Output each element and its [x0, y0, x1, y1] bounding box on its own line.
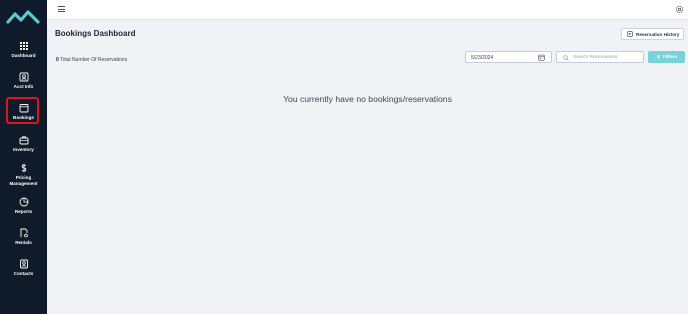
- sidebar-item-label: Dashboard: [11, 53, 36, 58]
- grid-icon: [19, 42, 28, 50]
- sidebar-item-pricing-management[interactable]: Pricing Management: [0, 163, 47, 186]
- rental-icon: [20, 228, 28, 238]
- briefcase-icon: [19, 136, 28, 145]
- reservation-history-label: Reservation History: [636, 31, 680, 37]
- search-field[interactable]: [556, 51, 644, 63]
- empty-state-message: You currently have no bookings/reservati…: [283, 94, 452, 104]
- filters-button[interactable]: Filters: [648, 51, 685, 63]
- sidebar-item-label: Contacts: [13, 271, 34, 276]
- sidebar-item-contacts[interactable]: Contacts: [0, 259, 47, 277]
- sidebar-item-inventory[interactable]: Inventory: [0, 135, 47, 153]
- reservation-count-row: 0 Total Number Of Reservations: [56, 57, 127, 63]
- date-input[interactable]: [471, 54, 531, 61]
- calendar-icon[interactable]: [538, 54, 545, 61]
- sidebar-item-acct-info[interactable]: Acct Info: [0, 72, 47, 90]
- sidebar-item-reports[interactable]: Reports: [0, 197, 47, 215]
- top-bar: [47, 0, 688, 20]
- filters-label: Filters: [662, 54, 678, 60]
- sidebar-item-label: Acct Info: [13, 84, 34, 89]
- page-title: Bookings Dashboard: [55, 29, 136, 38]
- filter-icon: [656, 55, 661, 59]
- search-icon: [563, 54, 569, 61]
- sidebar-item-label: Pricing Management: [9, 175, 38, 186]
- sidebar: Dashboard Acct Info Bookings Inventory P…: [0, 0, 47, 314]
- sidebar-item-label: Inventory: [13, 147, 34, 152]
- search-input[interactable]: [573, 54, 641, 61]
- logo-icon[interactable]: [6, 8, 40, 26]
- date-picker[interactable]: [465, 51, 552, 63]
- account-card-icon: [19, 72, 28, 82]
- sidebar-item-label: Reports: [14, 209, 33, 214]
- pie-chart-icon: [19, 197, 28, 207]
- dollar-icon: [21, 163, 26, 173]
- reservation-count-label: Total Number Of Reservations: [60, 57, 128, 63]
- contacts-icon: [19, 259, 28, 269]
- reservation-history-button[interactable]: Reservation History: [621, 28, 684, 40]
- active-item-highlight: [6, 97, 39, 124]
- sidebar-item-label: Rentals: [15, 240, 32, 245]
- sidebar-item-rentals[interactable]: Rentals: [0, 228, 47, 246]
- hamburger-icon[interactable]: [58, 6, 65, 13]
- sidebar-item-dashboard[interactable]: Dashboard: [0, 41, 47, 59]
- reservation-count: 0: [56, 57, 59, 63]
- gear-icon[interactable]: [675, 5, 684, 14]
- history-icon: [627, 31, 633, 37]
